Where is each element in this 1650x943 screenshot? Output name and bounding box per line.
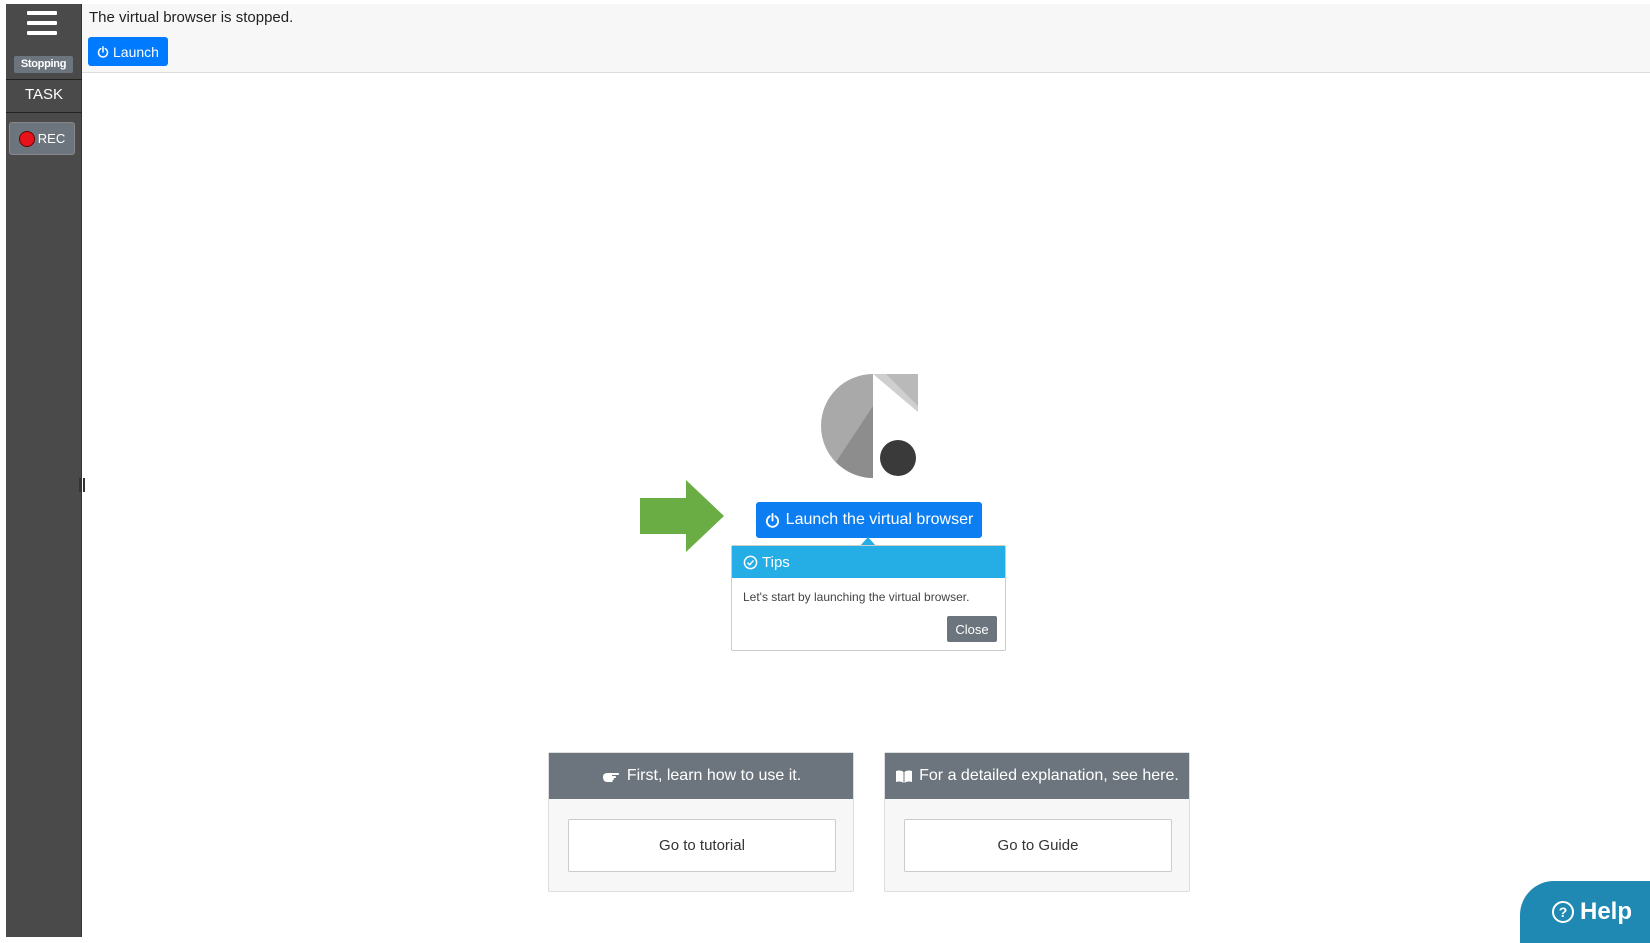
app-frame: Stopping TASK REC The virtual browser is…: [0, 0, 1650, 943]
sidebar-divider: [6, 79, 82, 80]
launch-button-label: Launch: [113, 43, 159, 60]
tips-close-button[interactable]: Close: [947, 616, 997, 642]
record-dot-icon: [18, 130, 35, 147]
browser-status-text: The virtual browser is stopped.: [89, 9, 294, 26]
sidebar-divider: [6, 112, 82, 113]
tips-header: Tips: [732, 546, 1005, 578]
tips-popover: Tips Let's start by launching the virtua…: [731, 545, 1006, 651]
rec-button[interactable]: REC: [9, 122, 75, 155]
tutorial-card: First, learn how to use it. Go to tutori…: [548, 752, 854, 892]
power-icon: [765, 512, 779, 528]
status-badge: Stopping: [14, 56, 73, 73]
tutorial-card-title: First, learn how to use it.: [626, 767, 802, 784]
green-arrow-icon: [640, 480, 724, 552]
go-to-tutorial-button[interactable]: Go to tutorial: [568, 819, 836, 872]
task-label[interactable]: TASK: [6, 84, 82, 106]
resize-handle-icon[interactable]: [79, 478, 85, 492]
tips-title: Tips: [762, 553, 790, 571]
check-circle-icon: [743, 555, 758, 569]
launch-virtual-browser-button[interactable]: Launch the virtual browser: [756, 502, 982, 538]
launch-button[interactable]: Launch: [88, 37, 168, 66]
guide-card-header: For a detailed explanation, see here.: [885, 753, 1189, 799]
power-icon: [97, 45, 109, 58]
go-to-guide-button[interactable]: Go to Guide: [904, 819, 1172, 872]
book-icon: [896, 769, 913, 783]
hand-pointing-icon: [602, 773, 619, 782]
rec-button-label: REC: [37, 131, 66, 146]
guide-card: For a detailed explanation, see here. Go…: [884, 752, 1190, 892]
help-button[interactable]: ? Help: [1520, 881, 1650, 943]
sidebar: Stopping TASK REC: [6, 4, 85, 937]
hamburger-menu-icon[interactable]: [27, 11, 57, 39]
tutorial-card-header: First, learn how to use it.: [549, 753, 853, 799]
tips-message: Let's start by launching the virtual bro…: [743, 590, 970, 604]
app-logo-icon: [821, 374, 918, 478]
top-status-bar: The virtual browser is stopped. Launch: [82, 4, 1650, 73]
launch-virtual-browser-label: Launch the virtual browser: [785, 511, 974, 528]
question-circle-icon: ?: [1552, 901, 1574, 923]
guide-card-title: For a detailed explanation, see here.: [919, 767, 1179, 784]
help-label: Help: [1580, 898, 1633, 925]
